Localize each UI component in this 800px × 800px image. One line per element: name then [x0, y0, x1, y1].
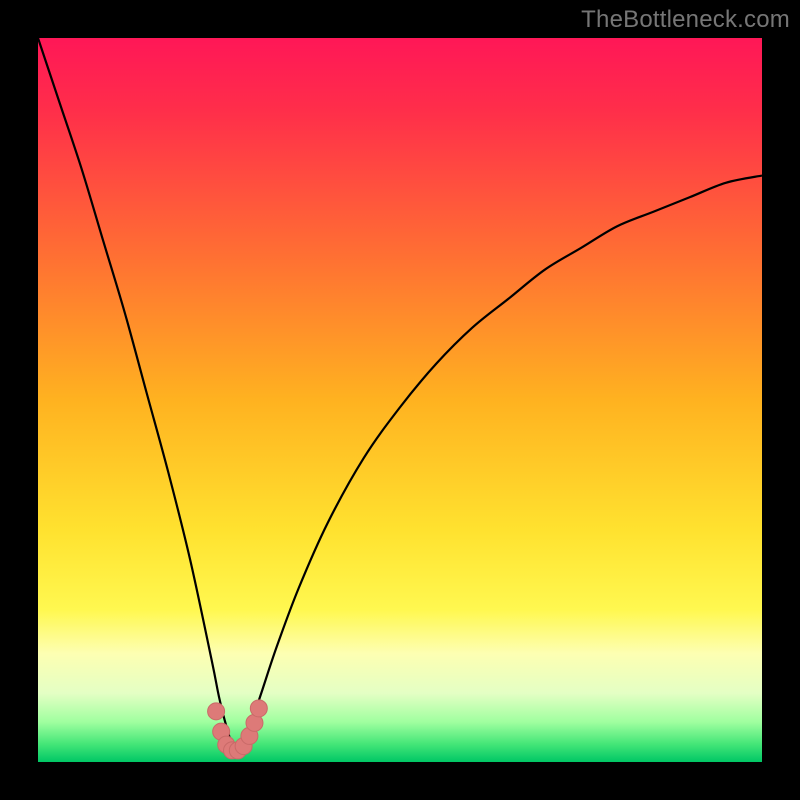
curve-layer — [38, 38, 762, 762]
min-marker — [250, 700, 267, 717]
min-region-markers — [208, 700, 268, 759]
bottleneck-curve — [38, 38, 762, 750]
min-marker — [208, 703, 225, 720]
chart-frame: TheBottleneck.com — [0, 0, 800, 800]
plot-area — [38, 38, 762, 762]
watermark-label: TheBottleneck.com — [581, 6, 790, 34]
